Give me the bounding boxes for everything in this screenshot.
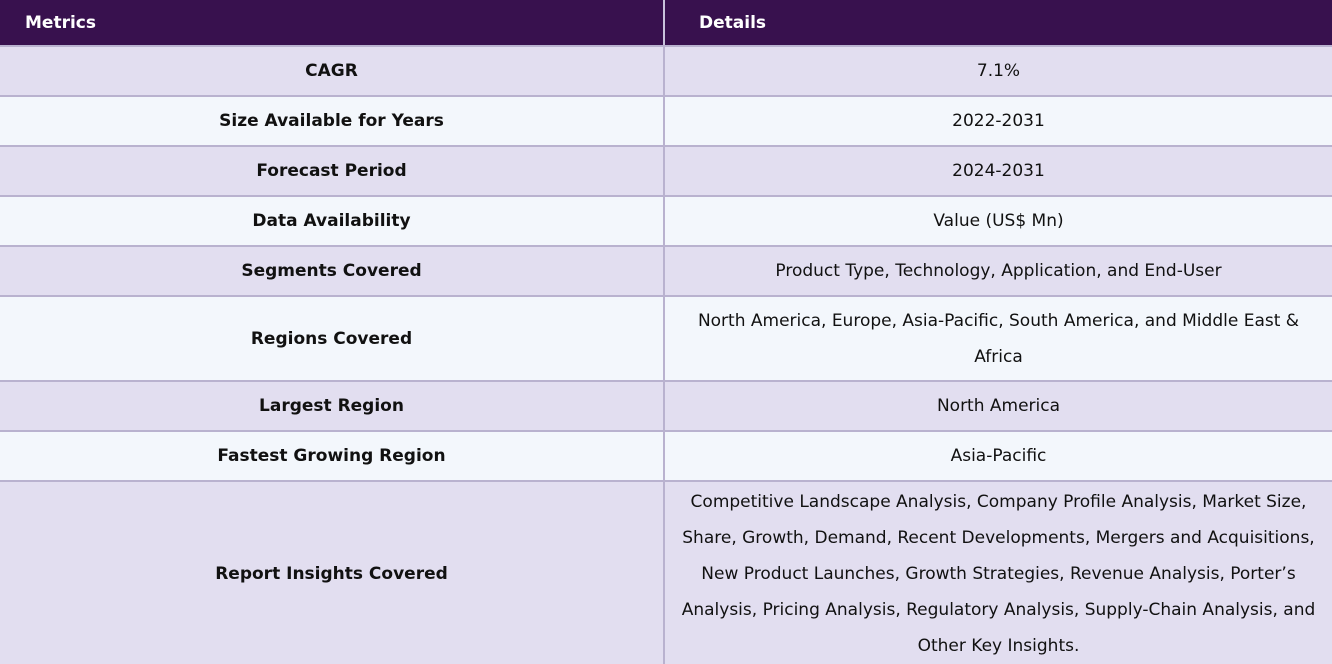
detail-cell: Asia-Pacific <box>664 431 1332 482</box>
metric-cell: Forecast Period <box>0 146 665 197</box>
table-row: Fastest Growing Region Asia-Pacific <box>0 431 1332 482</box>
detail-cell: Product Type, Technology, Application, a… <box>664 246 1332 297</box>
metric-cell: Largest Region <box>0 381 665 432</box>
metric-cell: Size Available for Years <box>0 96 665 147</box>
detail-cell: Value (US$ Mn) <box>664 196 1332 247</box>
detail-cell: 7.1% <box>664 46 1332 97</box>
table-row: Forecast Period 2024-2031 <box>0 146 1332 197</box>
metric-cell: Fastest Growing Region <box>0 431 665 482</box>
detail-cell: Competitive Landscape Analysis, Company … <box>664 481 1332 664</box>
metric-cell: Regions Covered <box>0 296 665 382</box>
table-row: Segments Covered Product Type, Technolog… <box>0 246 1332 297</box>
metric-cell: CAGR <box>0 46 665 97</box>
table-row: Data Availability Value (US$ Mn) <box>0 196 1332 247</box>
table-row: CAGR 7.1% <box>0 46 1332 97</box>
metric-cell: Segments Covered <box>0 246 665 297</box>
metrics-table: Metrics Details CAGR 7.1% Size Available… <box>0 0 1332 664</box>
header-metrics: Metrics <box>0 0 665 47</box>
table-header-row: Metrics Details <box>0 0 1332 47</box>
detail-cell: North America, Europe, Asia-Pacific, Sou… <box>664 296 1332 382</box>
metric-cell: Data Availability <box>0 196 665 247</box>
detail-cell: 2022-2031 <box>664 96 1332 147</box>
detail-cell: North America <box>664 381 1332 432</box>
detail-cell: 2024-2031 <box>664 146 1332 197</box>
metric-cell: Report Insights Covered <box>0 481 665 664</box>
table-row: Size Available for Years 2022-2031 <box>0 96 1332 147</box>
header-details: Details <box>664 0 1332 47</box>
table-row: Largest Region North America <box>0 381 1332 432</box>
table-row: Regions Covered North America, Europe, A… <box>0 296 1332 382</box>
table-row: Report Insights Covered Competitive Land… <box>0 481 1332 664</box>
